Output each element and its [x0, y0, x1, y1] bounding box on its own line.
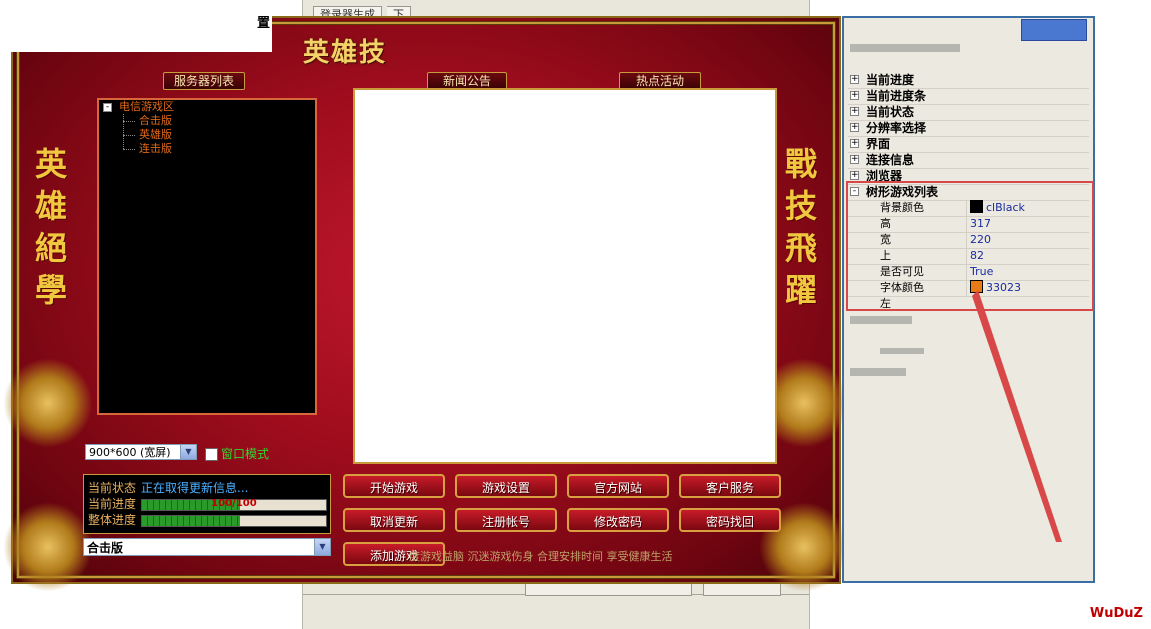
server-list-header: 服务器列表 — [163, 72, 245, 90]
corner-ornament-bl — [3, 502, 93, 592]
cancel-update-button[interactable]: 取消更新 — [343, 508, 445, 532]
launcher-window: 英雄技 英雄絕學 戰技飛躍 服务器列表 新闻公告 热点活动 - 电信游戏区 合击… — [3, 16, 849, 592]
inspector-title-bar — [1021, 19, 1087, 41]
current-progress-bar: 100/100 — [141, 498, 327, 511]
clipped-top-label: 置 — [0, 0, 272, 52]
expand-icon[interactable]: + — [850, 107, 859, 116]
arrow-shape — [972, 290, 1062, 542]
tree-branch — [123, 121, 135, 122]
tree-item-yingxiong[interactable]: 英雄版 — [139, 128, 172, 142]
game-settings-button[interactable]: 游戏设置 — [455, 474, 557, 498]
current-progress-label: 当前进度 — [88, 497, 137, 511]
news-panel[interactable] — [353, 88, 777, 464]
chevron-down-icon[interactable]: ▼ — [314, 539, 330, 555]
overall-progress-bar — [141, 515, 327, 527]
expand-icon[interactable]: + — [850, 171, 859, 180]
blurred-row — [850, 316, 912, 324]
tree-item-heji[interactable]: 合击版 — [139, 114, 172, 128]
window-mode-checkbox[interactable] — [205, 448, 218, 461]
overall-progress-label: 整体进度 — [88, 513, 137, 527]
start-game-button[interactable]: 开始游戏 — [343, 474, 445, 498]
change-password-button[interactable]: 修改密码 — [567, 508, 669, 532]
health-notice: 度游戏益脑 沉迷游戏伤身 合理安排时间 享受健康生活 — [409, 550, 673, 563]
expand-icon[interactable]: + — [850, 75, 859, 84]
right-calligraphy: 戰技飛躍 — [784, 145, 817, 309]
category-connection[interactable]: + 连接信息 — [848, 152, 1089, 169]
expand-icon[interactable]: + — [850, 139, 859, 148]
category-progress-bar[interactable]: + 当前进度条 — [848, 88, 1089, 105]
category-current-state[interactable]: + 当前状态 — [848, 104, 1089, 121]
expand-icon[interactable]: + — [850, 91, 859, 100]
top-label-text: 置 — [256, 16, 270, 31]
launcher-title: 英雄技 — [303, 38, 388, 68]
customer-service-button[interactable]: 客户服务 — [679, 474, 781, 498]
tree-root[interactable]: 电信游戏区 — [119, 100, 174, 114]
official-site-button[interactable]: 官方网站 — [567, 474, 669, 498]
watermark-brand: WuDuZ — [1089, 606, 1143, 621]
blurred-row — [850, 368, 906, 376]
server-tree[interactable]: - 电信游戏区 合击版 英雄版 连击版 — [97, 98, 317, 415]
tree-line — [123, 114, 124, 149]
current-progress-text: 100/100 — [211, 498, 257, 509]
current-state-value: 正在取得更新信息... — [141, 481, 249, 495]
left-calligraphy: 英雄絕學 — [34, 145, 67, 309]
category-current-progress[interactable]: + 当前进度 — [848, 72, 1089, 89]
expand-icon[interactable]: + — [850, 123, 859, 132]
overall-progress-fill — [142, 516, 240, 526]
status-panel: 当前状态 正在取得更新信息... 当前进度 100/100 整体进度 — [83, 474, 331, 534]
resolution-value: 900*600 (宽屏) — [89, 446, 171, 459]
server-select[interactable]: 合击版 ▼ — [83, 538, 331, 556]
tree-item-lianji[interactable]: 连击版 — [139, 142, 172, 156]
chevron-down-icon[interactable]: ▼ — [180, 445, 196, 459]
category-resolution[interactable]: + 分辨率选择 — [848, 120, 1089, 137]
blurred-row — [880, 348, 924, 354]
recover-password-button[interactable]: 密码找回 — [679, 508, 781, 532]
tree-branch — [123, 149, 135, 150]
server-select-value: 合击版 — [87, 541, 124, 555]
window-mode-label[interactable]: 窗口模式 — [221, 445, 269, 462]
expand-icon[interactable]: + — [850, 155, 859, 164]
collapse-icon[interactable]: - — [103, 103, 112, 112]
category-interface[interactable]: + 界面 — [848, 136, 1089, 153]
blurred-header — [850, 44, 960, 52]
annotation-arrow — [972, 290, 1062, 542]
current-state-label: 当前状态 — [88, 481, 137, 495]
register-button[interactable]: 注册帐号 — [455, 508, 557, 532]
tree-branch — [123, 135, 135, 136]
resolution-select[interactable]: 900*600 (宽屏) ▼ — [85, 444, 197, 460]
dragon-ornament-left — [3, 358, 93, 448]
